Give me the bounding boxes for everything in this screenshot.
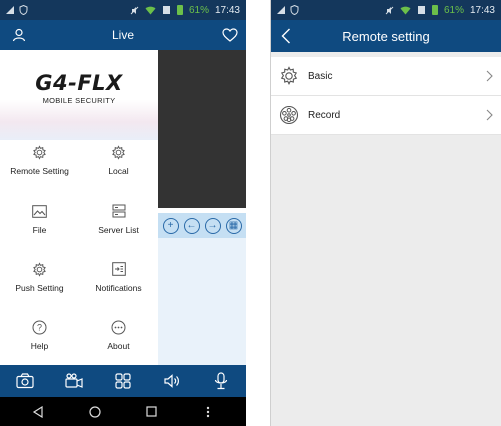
clock: 17:43 <box>469 4 495 16</box>
heart-icon[interactable] <box>220 25 240 45</box>
menu-item-label: Push Setting <box>15 283 64 293</box>
layout-grid-icon[interactable] <box>112 370 134 392</box>
video-view[interactable] <box>158 50 246 208</box>
logo-subtitle: MOBILE SECURITY <box>42 96 116 105</box>
signal-icon <box>6 6 14 14</box>
more-icon <box>111 319 127 335</box>
video-record-icon[interactable] <box>63 370 85 392</box>
notifications-icon <box>111 261 127 277</box>
clock: 17:43 <box>214 4 240 16</box>
signal-icon <box>277 6 285 14</box>
menu-item-label: File <box>32 225 47 235</box>
menu-item-push-setting[interactable]: Push Setting <box>0 249 79 307</box>
shield-icon <box>19 5 28 15</box>
user-icon[interactable] <box>9 25 29 45</box>
camera-icon[interactable] <box>14 370 36 392</box>
menu-item-server-list[interactable]: Server List <box>79 191 158 249</box>
shield-icon <box>290 5 299 15</box>
arrow-right-icon[interactable]: → <box>204 217 221 234</box>
menu-item-label: About <box>107 341 130 351</box>
navigation-drawer: G4-FLX MOBILE SECURITY Remote Setting Lo… <box>0 50 158 365</box>
menu-item-label: Notifications <box>95 283 142 293</box>
chevron-right-icon <box>483 108 495 122</box>
menu-item-label: Help <box>30 341 49 351</box>
menu-item-label: Server List <box>98 225 139 235</box>
page-title: Live <box>111 28 134 42</box>
svg-text:?: ? <box>37 322 42 332</box>
film-reel-icon <box>278 104 300 126</box>
status-bar: 61% 17:43 <box>271 0 501 20</box>
arrow-left-icon[interactable]: ← <box>183 217 200 234</box>
bottom-toolbar <box>0 365 246 397</box>
help-icon: ? <box>32 319 48 335</box>
settings-row-basic[interactable]: Basic <box>271 57 501 96</box>
live-screen: 61% 17:43 Live + ← → ▦ G4-FLX MOBILE SEC… <box>0 0 246 426</box>
settings-row-label: Basic <box>308 70 333 82</box>
home-icon[interactable] <box>84 403 106 421</box>
sim-icon <box>417 6 425 14</box>
system-nav-bar <box>0 397 246 426</box>
logo: G4-FLX <box>35 71 123 95</box>
app-bar: Remote setting <box>271 20 501 52</box>
battery-percent: 61% <box>188 4 209 16</box>
settings-row-record[interactable]: Record <box>271 96 501 135</box>
gear-icon <box>111 144 127 160</box>
image-icon <box>32 203 48 219</box>
app-bar: Live <box>0 20 246 50</box>
menu-item-label: Remote Setting <box>10 166 69 176</box>
back-icon[interactable] <box>27 403 49 421</box>
sim-icon <box>162 6 170 14</box>
mute-icon <box>130 6 139 14</box>
gear-icon <box>278 65 300 87</box>
live-panel <box>158 238 246 365</box>
settings-row-label: Record <box>308 109 341 121</box>
battery-icon <box>176 5 183 15</box>
menu-item-about[interactable]: About <box>79 307 158 365</box>
speaker-icon[interactable] <box>161 370 183 392</box>
wifi-icon <box>400 6 411 14</box>
page-title: Remote setting <box>342 28 430 44</box>
menu-icon[interactable] <box>197 403 219 421</box>
menu-item-local[interactable]: Local <box>79 132 158 190</box>
gear-icon <box>32 144 48 160</box>
menu-item-label: Local <box>108 166 129 176</box>
gear-icon <box>32 261 48 277</box>
grid-icon[interactable]: ▦ <box>225 217 242 234</box>
status-bar: 61% 17:43 <box>0 0 246 20</box>
battery-percent: 61% <box>443 4 464 16</box>
menu-item-help[interactable]: ? Help <box>0 307 79 365</box>
ptz-controls: + ← → ▦ <box>158 213 246 238</box>
menu-item-notifications[interactable]: Notifications <box>79 249 158 307</box>
logo-area: G4-FLX MOBILE SECURITY <box>0 50 158 140</box>
mute-icon <box>385 6 394 14</box>
chevron-right-icon <box>483 69 495 83</box>
back-arrow-icon[interactable] <box>277 27 295 45</box>
menu-item-file[interactable]: File <box>0 191 79 249</box>
recents-icon[interactable] <box>140 403 162 421</box>
menu-item-remote-setting[interactable]: Remote Setting <box>0 132 79 190</box>
server-icon <box>111 203 127 219</box>
zoom-in-icon[interactable]: + <box>162 217 179 234</box>
wifi-icon <box>145 6 156 14</box>
battery-icon <box>431 5 438 15</box>
remote-setting-screen: 61% 17:43 Remote setting Basic Record <box>270 0 501 426</box>
microphone-icon[interactable] <box>210 370 232 392</box>
